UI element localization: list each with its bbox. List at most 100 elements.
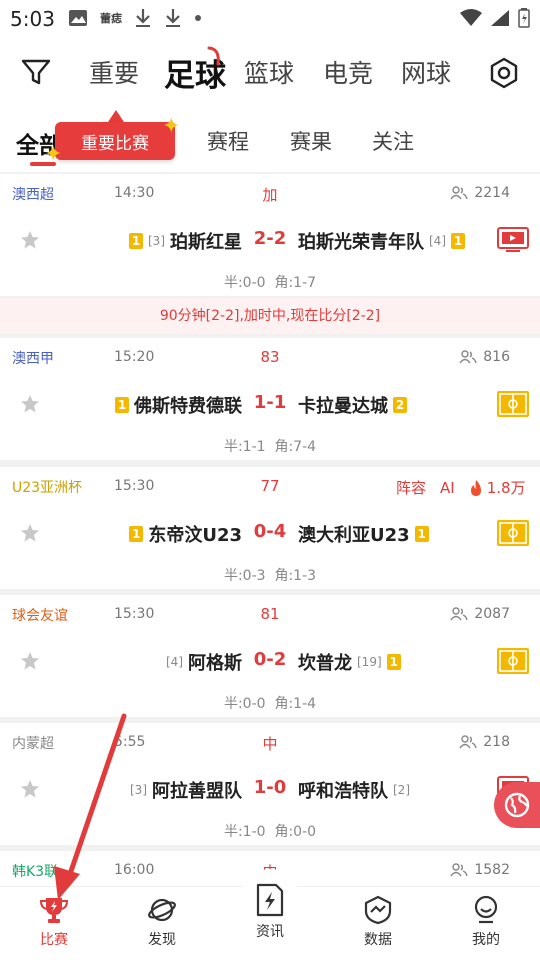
- viewer-count-value: 2087: [474, 606, 510, 622]
- people-icon: [450, 607, 469, 621]
- corner-count: 角:7-4: [274, 439, 317, 455]
- away-team[interactable]: 坎普龙 [19] 1: [298, 649, 401, 675]
- bottom-nav: 比赛 发现 资讯 数据 我的: [0, 869, 540, 960]
- corner-count: 角:1-7: [274, 275, 317, 291]
- nav-label: 数据: [364, 932, 392, 948]
- match-card[interactable]: 澳西甲 15:20 83 816 1 佛斯特费德联 1-1 卡拉曼达城 2 半:1-…: [0, 338, 540, 460]
- filter-icon[interactable]: [20, 56, 52, 88]
- yellow-card-badge: 1: [414, 526, 429, 542]
- home-team[interactable]: 1 [3] 珀斯红星: [129, 228, 242, 254]
- corner-count: 角:1-3: [274, 568, 317, 584]
- away-team-name: 珀斯光荣青年队: [298, 232, 424, 253]
- subtab-results[interactable]: 赛果: [290, 126, 332, 156]
- match-status: 加: [262, 186, 278, 204]
- wifi-icon: [460, 9, 482, 26]
- viewer-count-value: 218: [483, 734, 510, 750]
- animation-field-icon[interactable]: [497, 648, 529, 674]
- viewer-count: 1582: [450, 862, 510, 878]
- half-corner-stats: 半:0-3 角:1-3: [0, 565, 540, 585]
- nav-mine[interactable]: 我的: [451, 895, 521, 949]
- team-rank: [4]: [166, 655, 183, 669]
- nav-news[interactable]: 资讯: [235, 883, 305, 941]
- half-corner-stats: 半:1-1 角:7-4: [0, 436, 540, 456]
- home-team[interactable]: [4] 阿格斯: [166, 649, 242, 675]
- ai-link[interactable]: AI: [440, 479, 455, 497]
- important-match-tooltip[interactable]: 重要比赛: [55, 122, 175, 160]
- settings-hex-icon[interactable]: [487, 56, 521, 90]
- status-system-icons: [460, 8, 530, 28]
- floating-globe-button[interactable]: [494, 782, 540, 828]
- fire-icon: [470, 479, 481, 496]
- home-team-name: 珀斯红星: [170, 232, 242, 253]
- sparkle-icon-2: ✦: [44, 142, 63, 167]
- animation-field-icon[interactable]: [497, 520, 529, 546]
- match-card[interactable]: 球会友谊 15:30 81 2087 [4] 阿格斯 0-2 坎普龙 [19] 1 半…: [0, 595, 540, 717]
- match-status: 81: [260, 605, 280, 623]
- match-row: [3] 阿拉善盟队 1-0 呼和浩特队 [2]: [0, 777, 540, 803]
- home-team[interactable]: [3] 阿拉善盟队: [130, 777, 242, 803]
- home-team[interactable]: 1 佛斯特费德联: [115, 392, 242, 418]
- globe-icon: [504, 792, 530, 818]
- half-score: 半:1-0: [223, 824, 266, 840]
- match-status: 中: [262, 735, 278, 753]
- viewer-count: 218: [459, 734, 510, 750]
- league-name[interactable]: 内蒙超: [12, 733, 54, 753]
- home-team-name: 佛斯特费德联: [134, 396, 242, 417]
- away-team-name: 卡拉曼达城: [298, 396, 388, 417]
- tab-esports[interactable]: 电竞: [323, 54, 373, 90]
- trophy-icon: [39, 898, 69, 923]
- lineup-link[interactable]: 阵容: [396, 477, 426, 498]
- half-score: 半:1-1: [223, 439, 266, 455]
- match-row: 1 佛斯特费德联 1-1 卡拉曼达城 2: [0, 392, 540, 418]
- league-name[interactable]: 澳西超: [12, 184, 54, 204]
- league-name[interactable]: 澳西甲: [12, 348, 54, 368]
- team-rank: [4]: [429, 234, 446, 248]
- hot-count-value: 1.8万: [486, 479, 526, 497]
- match-row: [4] 阿格斯 0-2 坎普龙 [19] 1: [0, 649, 540, 675]
- away-team[interactable]: 澳大利亚U23 1: [298, 521, 429, 547]
- match-extras: 阵容 AI 1.8万: [396, 477, 526, 498]
- battery-icon: [518, 8, 530, 28]
- league-name[interactable]: 韩K3联: [12, 861, 58, 881]
- half-corner-stats: 半:1-0 角:0-0: [0, 821, 540, 841]
- animation-field-icon[interactable]: [497, 391, 529, 417]
- half-corner-stats: 半:0-0 角:1-4: [0, 693, 540, 713]
- viewer-count-value: 1582: [474, 862, 510, 878]
- match-time: 14:30: [114, 185, 155, 201]
- tab-tennis[interactable]: 网球: [401, 54, 451, 90]
- home-team[interactable]: 1 东帝汶U23: [129, 521, 242, 547]
- team-rank: [3]: [148, 234, 165, 248]
- match-card[interactable]: 澳西超 14:30 加 2214 1 [3] 珀斯红星 2-2 珀斯光荣青年队 [4]…: [0, 174, 540, 296]
- team-rank: [19]: [357, 655, 382, 669]
- subtab-follow[interactable]: 关注: [372, 126, 414, 156]
- match-card[interactable]: U23亚洲杯 15:30 77 阵容 AI 1.8万 1 东帝汶U23 0-4 澳…: [0, 467, 540, 589]
- signal-icon: [491, 10, 509, 26]
- viewer-count: 2087: [450, 606, 510, 622]
- tab-basketball[interactable]: 篮球: [244, 54, 294, 90]
- nav-data[interactable]: 数据: [343, 895, 413, 949]
- score: 1-0: [253, 777, 287, 798]
- people-icon: [459, 350, 477, 364]
- away-team[interactable]: 呼和浩特队 [2]: [298, 777, 410, 803]
- match-time: 16:00: [114, 862, 155, 878]
- nav-label: 发现: [148, 932, 176, 948]
- nav-matches[interactable]: 比赛: [19, 895, 89, 949]
- match-card[interactable]: 内蒙超 5:55 中 218 [3] 阿拉善盟队 1-0 呼和浩特队 [2] 半:1…: [0, 723, 540, 845]
- download-icon: [136, 9, 150, 27]
- league-name[interactable]: U23亚洲杯: [12, 477, 82, 497]
- tab-important[interactable]: 重要: [89, 54, 139, 90]
- team-rank: [2]: [393, 783, 410, 797]
- away-team-name: 呼和浩特队: [298, 781, 388, 802]
- match-time: 15:30: [114, 478, 155, 494]
- away-team[interactable]: 珀斯光荣青年队 [4] 1: [298, 228, 465, 254]
- football-tab-accent-icon: [207, 46, 220, 66]
- home-team-name: 阿格斯: [188, 653, 242, 674]
- subtab-schedule[interactable]: 赛程: [207, 126, 249, 156]
- live-video-icon[interactable]: [497, 227, 529, 253]
- away-team[interactable]: 卡拉曼达城 2: [298, 392, 407, 418]
- status-small-text: 蕾痣: [100, 12, 122, 25]
- league-name[interactable]: 球会友谊: [12, 605, 68, 625]
- yellow-card-badge: 1: [129, 526, 144, 542]
- nav-discover[interactable]: 发现: [127, 895, 197, 949]
- match-time: 15:30: [114, 606, 155, 622]
